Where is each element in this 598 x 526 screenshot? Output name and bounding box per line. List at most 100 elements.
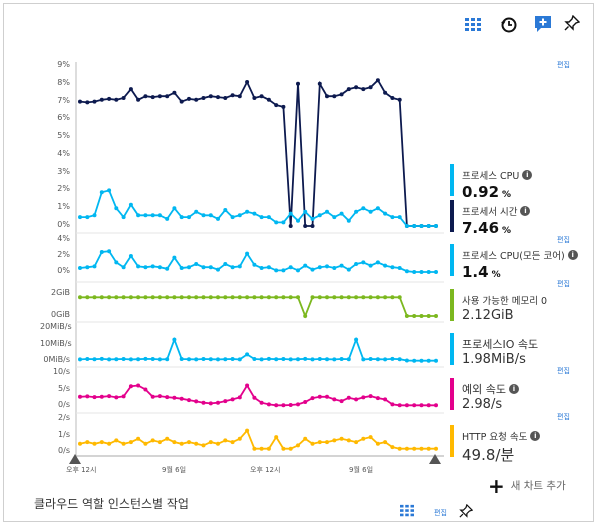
data-point-memory (259, 295, 264, 300)
legend-available-memory[interactable]: 사용 가능한 메모리 0 2.12GiB (450, 289, 547, 323)
legend-process-io-rate[interactable]: 프로세스IO 속도 1.98MiB/s (450, 333, 538, 367)
data-point-cpu-total (368, 263, 373, 268)
data-point-cpu-total (172, 255, 177, 260)
add-chart-button[interactable]: + 새 차트 추가 (488, 474, 566, 498)
x-axis-label: 오후 12시 (250, 466, 281, 474)
data-point-io (368, 357, 373, 361)
data-point-exceptions (274, 403, 279, 408)
data-point-cpu (252, 211, 257, 216)
data-point-cpu (259, 215, 264, 220)
data-point-cpu (339, 92, 344, 97)
legend-exception-rate[interactable]: 예외 속도 i 2.98/s (450, 378, 519, 412)
info-icon[interactable]: i (522, 169, 533, 180)
range-start-handle[interactable] (68, 453, 82, 465)
data-point-exceptions (223, 399, 228, 404)
data-point-http (157, 440, 162, 445)
data-point-cpu-total (354, 262, 359, 266)
data-point-cpu (281, 104, 286, 109)
legend-process-cpu[interactable]: 프로세스 CPU i 0.92% (450, 164, 533, 201)
info-icon[interactable]: i (567, 249, 578, 260)
data-point-cpu (332, 215, 337, 220)
data-point-cpu-total (404, 269, 409, 274)
data-point-http (281, 446, 286, 451)
data-point-io (266, 356, 271, 361)
data-point-exceptions (150, 394, 155, 399)
data-point-io (274, 357, 279, 362)
data-point-cpu (346, 218, 351, 223)
data-point-io (419, 358, 424, 363)
data-point-cpu (375, 206, 380, 211)
data-point-http (361, 436, 366, 441)
data-point-cpu-total (179, 266, 184, 270)
grid-icon[interactable] (399, 504, 419, 524)
data-point-cpu (419, 224, 424, 228)
data-point-exceptions (157, 394, 162, 399)
data-point-io (434, 358, 438, 363)
legend-value: 7.46% (462, 219, 512, 237)
data-point-exceptions (172, 395, 177, 400)
data-point-cpu (136, 213, 141, 218)
y-axis-label: 1% (57, 202, 70, 212)
data-point-exceptions (375, 396, 380, 401)
range-end-handle[interactable] (428, 453, 442, 465)
data-point-cpu-total (274, 268, 279, 273)
legend-processor-time[interactable]: 프로세서 시간 i 7.46% (450, 200, 531, 237)
y-axis-label: 1/s (58, 429, 70, 439)
info-icon[interactable]: i (520, 205, 531, 216)
data-point-memory (303, 314, 308, 318)
data-point-http (179, 441, 184, 446)
data-point-io (157, 357, 162, 362)
data-point-cpu (266, 97, 271, 102)
data-point-http (172, 440, 177, 445)
pin-icon[interactable] (459, 504, 479, 524)
data-point-cpu-total (303, 263, 308, 268)
data-point-memory (230, 295, 235, 300)
data-point-memory (310, 295, 315, 300)
legend-process-cpu-all-cores[interactable]: 프로세스 CPU(모든 코어) i 1.4% (450, 244, 578, 281)
data-point-cpu-total (194, 262, 199, 266)
x-axis-label: 9월 6일 (349, 466, 374, 474)
x-axis-label: 9월 6일 (162, 466, 187, 474)
data-point-exceptions (303, 400, 308, 404)
data-point-cpu (223, 208, 228, 212)
legend-http-request-rate[interactable]: HTTP 요청 속도 i 49.8/분 (450, 425, 541, 464)
data-point-memory (390, 295, 395, 300)
data-point-io (121, 357, 126, 361)
data-point-cpu-total (434, 270, 438, 274)
legend-label: HTTP 요청 속도 (462, 432, 528, 443)
data-point-cpu (121, 96, 126, 100)
y-axis-label: 0/s (58, 400, 70, 409)
data-point-cpu (230, 93, 235, 98)
data-point-io (114, 357, 119, 362)
data-point-cpu (201, 213, 206, 218)
data-point-exceptions (143, 387, 148, 392)
data-point-cpu (216, 216, 220, 221)
y-axis-label: 9% (57, 60, 70, 69)
data-point-exceptions (99, 394, 104, 399)
data-point-io (412, 358, 417, 363)
data-point-exceptions (288, 403, 293, 407)
info-icon[interactable]: i (508, 383, 519, 394)
data-point-cpu-total (317, 265, 322, 270)
data-point-cpu-total (85, 265, 90, 270)
data-point-cpu-total (223, 262, 228, 266)
data-point-cpu (121, 215, 126, 220)
data-point-http (165, 436, 170, 441)
data-point-http (136, 436, 141, 441)
data-point-io (390, 356, 395, 361)
data-point-memory (252, 295, 257, 300)
data-point-io (99, 356, 104, 361)
data-point-io (150, 357, 155, 361)
data-point-http (143, 441, 148, 446)
data-point-exceptions (245, 383, 250, 388)
y-axis-label: 2% (57, 250, 70, 259)
info-icon[interactable]: i (530, 430, 541, 441)
data-point-memory (223, 295, 228, 300)
data-point-exceptions (230, 397, 235, 402)
data-point-cpu (325, 94, 329, 99)
footer-edit-link[interactable]: 편집 (434, 508, 447, 518)
data-point-exceptions (354, 397, 359, 402)
data-point-cpu (281, 220, 286, 225)
data-point-cpu-total (310, 267, 315, 272)
data-point-http (99, 440, 104, 445)
